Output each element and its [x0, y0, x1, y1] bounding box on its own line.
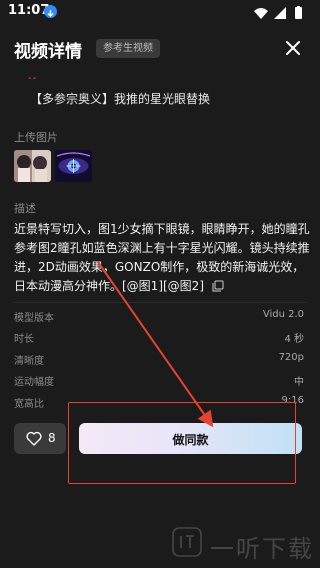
close-icon[interactable]: [284, 39, 302, 57]
meta-label-resolution: 清晰度: [14, 356, 44, 367]
meta-value-resolution: 720p: [278, 352, 304, 363]
heart-icon: [26, 431, 42, 446]
meta-row-duration: 时长 4 秒: [14, 330, 304, 348]
prompt-dash: --: [28, 73, 38, 84]
watermark-logo-icon: [172, 527, 202, 557]
uploaded-images: [14, 150, 94, 182]
meta-label-aspect: 宽高比: [14, 399, 44, 410]
watermark: 一听下载: [172, 525, 316, 565]
uploaded-image-2[interactable]: [55, 150, 92, 182]
prompt-title: 【多参宗奥义】我推的星光眼替换: [30, 92, 211, 106]
meta-value-model: Vidu 2.0: [262, 309, 304, 320]
like-count: 8: [48, 431, 56, 445]
description-body: 近景特写切入，图1少女摘下眼镜，眼睛睁开，她的瞳孔参考图2瞳孔如蓝色深渊上有十字…: [14, 222, 310, 293]
page-header: 视频详情 参考生视频: [0, 28, 320, 68]
signal-icon: [274, 7, 286, 19]
meta-label-duration: 时长: [14, 334, 34, 345]
status-bar: 11:07: [0, 0, 320, 24]
meta-value-motion: 中: [294, 377, 304, 388]
meta-label-motion: 运动幅度: [14, 377, 54, 388]
page-title: 视频详情: [14, 42, 82, 62]
description-text: 近景特写切入，图1少女摘下眼镜，眼睛睁开，她的瞳孔参考图2瞳孔如蓝色深渊上有十字…: [14, 220, 310, 296]
download-indicator-icon: [44, 5, 57, 18]
meta-label-model: 模型版本: [14, 313, 54, 324]
annotation-highlight-box: [68, 402, 296, 484]
uploaded-image-1[interactable]: [14, 150, 51, 182]
wifi-icon: [254, 8, 268, 19]
reference-video-badge: 参考生视频: [96, 39, 160, 58]
battery-icon: [295, 7, 302, 19]
meta-row-motion: 运动幅度 中: [14, 373, 304, 391]
like-button[interactable]: 8: [14, 423, 66, 454]
divider: [14, 302, 306, 303]
copy-icon[interactable]: [212, 279, 224, 292]
description-label: 描述: [14, 202, 36, 215]
upload-images-label: 上传图片: [14, 131, 58, 144]
meta-row-resolution: 清晰度 720p: [14, 352, 304, 370]
meta-row-model: 模型版本 Vidu 2.0: [14, 309, 304, 327]
meta-value-duration: 4 秒: [284, 334, 304, 345]
watermark-text: 一听下载: [210, 535, 314, 563]
status-icons: [252, 5, 312, 19]
